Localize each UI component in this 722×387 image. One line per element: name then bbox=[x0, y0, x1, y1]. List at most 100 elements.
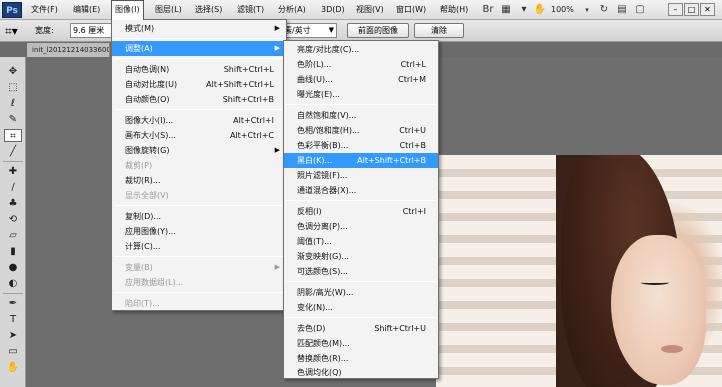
clear-button[interactable]: 清除 bbox=[414, 23, 464, 38]
menu-window[interactable]: 窗口(W) bbox=[393, 0, 429, 20]
menu-item-trim[interactable]: 裁切(R)... bbox=[112, 173, 286, 188]
menu-item-levels[interactable]: 色阶(L)... Ctrl+L bbox=[284, 57, 438, 72]
menu-separator bbox=[286, 200, 436, 201]
shape-tool-icon[interactable]: ▭ bbox=[4, 345, 22, 358]
zoom-view-icon[interactable]: ▾ bbox=[517, 3, 531, 17]
resolution-unit-value: 素/英寸 bbox=[284, 26, 311, 35]
menu-view[interactable]: 视图(V) bbox=[353, 0, 387, 20]
screen-mode-icon[interactable]: ▢ bbox=[633, 3, 647, 17]
menu-item-posterize[interactable]: 色调分离(P)... bbox=[284, 219, 438, 234]
menu-file[interactable]: 文件(F) bbox=[28, 0, 61, 20]
menu-image[interactable]: 图像(I) bbox=[111, 0, 144, 20]
menu-separator bbox=[114, 109, 284, 110]
menu-item-selective-color[interactable]: 可选颜色(S)... bbox=[284, 264, 438, 279]
pen-tool-icon[interactable]: ✒ bbox=[4, 297, 22, 310]
menu-item-vibrance[interactable]: 自然饱和度(V)... bbox=[284, 108, 438, 123]
menu-item-trap: 陷印(T)... bbox=[125, 299, 160, 308]
menu-item-calculations[interactable]: 计算(C)... bbox=[112, 239, 286, 254]
menu-item-threshold[interactable]: 阈值(T)... bbox=[284, 234, 438, 249]
crop-preset-icon[interactable]: ⌗▾ bbox=[5, 23, 18, 39]
menu-separator bbox=[114, 58, 284, 59]
document-tab[interactable]: init_l2012121403360014 bbox=[27, 43, 110, 57]
menu-edit[interactable]: 编辑(E) bbox=[70, 0, 103, 20]
eyedropper-tool-icon[interactable]: ╱ bbox=[4, 145, 22, 158]
menu-item-canvas-size[interactable]: 画布大小(S)... Alt+Ctrl+C bbox=[112, 128, 286, 143]
arrange-docs-icon[interactable]: ▤ bbox=[615, 3, 629, 17]
menu-filter[interactable]: 滤镜(T) bbox=[234, 0, 267, 20]
menu-separator bbox=[114, 292, 284, 293]
menu-select[interactable]: 选择(S) bbox=[192, 0, 225, 20]
clone-stamp-tool-icon[interactable]: ♣ bbox=[4, 197, 22, 210]
menu-item-color-balance[interactable]: 色彩平衡(B)... Ctrl+B bbox=[284, 138, 438, 153]
menu-help[interactable]: 帮助(H) bbox=[437, 0, 471, 20]
menu-item-channel-mixer[interactable]: 通道混合器(X)... bbox=[284, 183, 438, 198]
menu-item-image-size[interactable]: 图像大小(I)... Alt+Ctrl+I bbox=[112, 113, 286, 128]
menu-item-match-color[interactable]: 匹配颜色(M)... bbox=[284, 336, 438, 351]
menu-item-apply-image[interactable]: 应用图像(Y)... bbox=[112, 224, 286, 239]
width-label: 宽度: bbox=[35, 26, 54, 35]
menu-item-brightness-contrast[interactable]: 亮度/对比度(C)... bbox=[284, 42, 438, 57]
menu-item-apply-data-set: 应用数据组(L)... bbox=[125, 278, 184, 287]
tools-panel: ✥ ⬚ ℓ ✎ ⌗ ╱ ✚ ∕ ♣ ⟲ ▱ ▮ ● ◐ ✒ T ➤ ▭ ✋ bbox=[0, 57, 26, 387]
menu-separator bbox=[286, 281, 436, 282]
blur-tool-icon[interactable]: ● bbox=[4, 261, 22, 274]
menu-item-shadows-highlights[interactable]: 阴影/高光(W)... bbox=[284, 285, 438, 300]
menu-layer[interactable]: 图层(L) bbox=[152, 0, 185, 20]
dodge-tool-icon[interactable]: ◐ bbox=[4, 277, 22, 290]
adjustments-submenu: 亮度/对比度(C)... 色阶(L)... Ctrl+L 曲线(U)... Ctrl… bbox=[283, 40, 439, 379]
quick-select-tool-icon[interactable]: ✎ bbox=[4, 113, 22, 126]
menu-item-hue-saturation[interactable]: 色相/饱和度(H)... Ctrl+U bbox=[284, 123, 438, 138]
bridge-icon[interactable]: Br bbox=[481, 3, 495, 17]
mini-bridge-icon[interactable]: ▦ bbox=[499, 3, 513, 17]
menu-item-photo-filter[interactable]: 照片滤镜(F)... bbox=[284, 168, 438, 183]
marquee-tool-icon[interactable]: ⬚ bbox=[4, 81, 22, 94]
hand-tool-icon[interactable]: ✋ bbox=[4, 361, 22, 374]
submenu-arrow-icon: ▶ bbox=[274, 263, 280, 271]
photo-lips bbox=[661, 345, 683, 353]
menu-item-desaturate[interactable]: 去色(D) Shift+Ctrl+U bbox=[284, 321, 438, 336]
menu-item-curves[interactable]: 曲线(U)... Ctrl+M bbox=[284, 72, 438, 87]
gradient-tool-icon[interactable]: ▮ bbox=[4, 245, 22, 258]
menu-separator bbox=[286, 317, 436, 318]
brush-tool-icon[interactable]: ∕ bbox=[4, 181, 22, 194]
maximize-button[interactable]: □ bbox=[684, 3, 699, 16]
menu-item-equalize[interactable]: 色调均化(Q) bbox=[284, 366, 438, 379]
type-tool-icon[interactable]: T bbox=[4, 313, 22, 326]
menu-3d[interactable]: 3D(D) bbox=[318, 0, 348, 20]
hand-view-icon[interactable]: ✋ bbox=[533, 3, 547, 17]
menu-item-image-rotation[interactable]: 图像旋转(G) ▶ bbox=[112, 143, 286, 158]
front-image-button[interactable]: 前面的图像 bbox=[347, 23, 409, 38]
width-input[interactable]: 9.6 厘米 bbox=[70, 23, 112, 38]
menu-item-mode[interactable]: 模式(M) ▶ bbox=[112, 21, 286, 36]
path-select-tool-icon[interactable]: ➤ bbox=[4, 329, 22, 342]
menu-item-duplicate[interactable]: 复制(D)... bbox=[112, 209, 286, 224]
menu-analysis[interactable]: 分析(A) bbox=[275, 0, 309, 20]
rotate-view-icon[interactable]: ↻ bbox=[597, 3, 611, 17]
menu-item-variations[interactable]: 变化(N)... bbox=[284, 300, 438, 315]
menu-item-gradient-map[interactable]: 渐变映射(G)... bbox=[284, 249, 438, 264]
submenu-arrow-icon: ▶ bbox=[274, 146, 280, 154]
menu-item-auto-contrast[interactable]: 自动对比度(U) Alt+Shift+Ctrl+L bbox=[112, 77, 286, 92]
menu-item-black-white[interactable]: 黑白(K)... Alt+Shift+Ctrl+B bbox=[284, 153, 438, 168]
resolution-unit-select[interactable]: 素/英寸 ▼ bbox=[281, 23, 337, 38]
menu-item-invert[interactable]: 反相(I) Ctrl+I bbox=[284, 204, 438, 219]
history-brush-tool-icon[interactable]: ⟲ bbox=[4, 213, 22, 226]
eraser-tool-icon[interactable]: ▱ bbox=[4, 229, 22, 242]
menu-item-exposure[interactable]: 曝光度(E)... bbox=[284, 87, 438, 102]
move-tool-icon[interactable]: ✥ bbox=[4, 65, 22, 78]
close-button[interactable]: ✕ bbox=[700, 3, 715, 16]
healing-brush-tool-icon[interactable]: ✚ bbox=[4, 165, 22, 178]
menu-separator bbox=[286, 104, 436, 105]
photoshop-logo: Ps bbox=[2, 2, 22, 18]
chevron-down-icon[interactable]: ▾ bbox=[582, 3, 592, 17]
chevron-down-icon: ▼ bbox=[328, 26, 334, 34]
menu-separator bbox=[114, 38, 284, 39]
crop-tool-icon[interactable]: ⌗ bbox=[4, 129, 22, 142]
menu-item-auto-color[interactable]: 自动颜色(O) Shift+Ctrl+B bbox=[112, 92, 286, 107]
minimize-button[interactable]: – bbox=[668, 3, 683, 16]
menu-item-replace-color[interactable]: 替换颜色(R)... bbox=[284, 351, 438, 366]
menu-item-auto-tone[interactable]: 自动色调(N) Shift+Ctrl+L bbox=[112, 62, 286, 77]
lasso-tool-icon[interactable]: ℓ bbox=[4, 97, 22, 110]
photo-canvas[interactable] bbox=[436, 155, 722, 387]
menu-item-adjustments[interactable]: 调整(A) ▶ bbox=[112, 41, 286, 56]
